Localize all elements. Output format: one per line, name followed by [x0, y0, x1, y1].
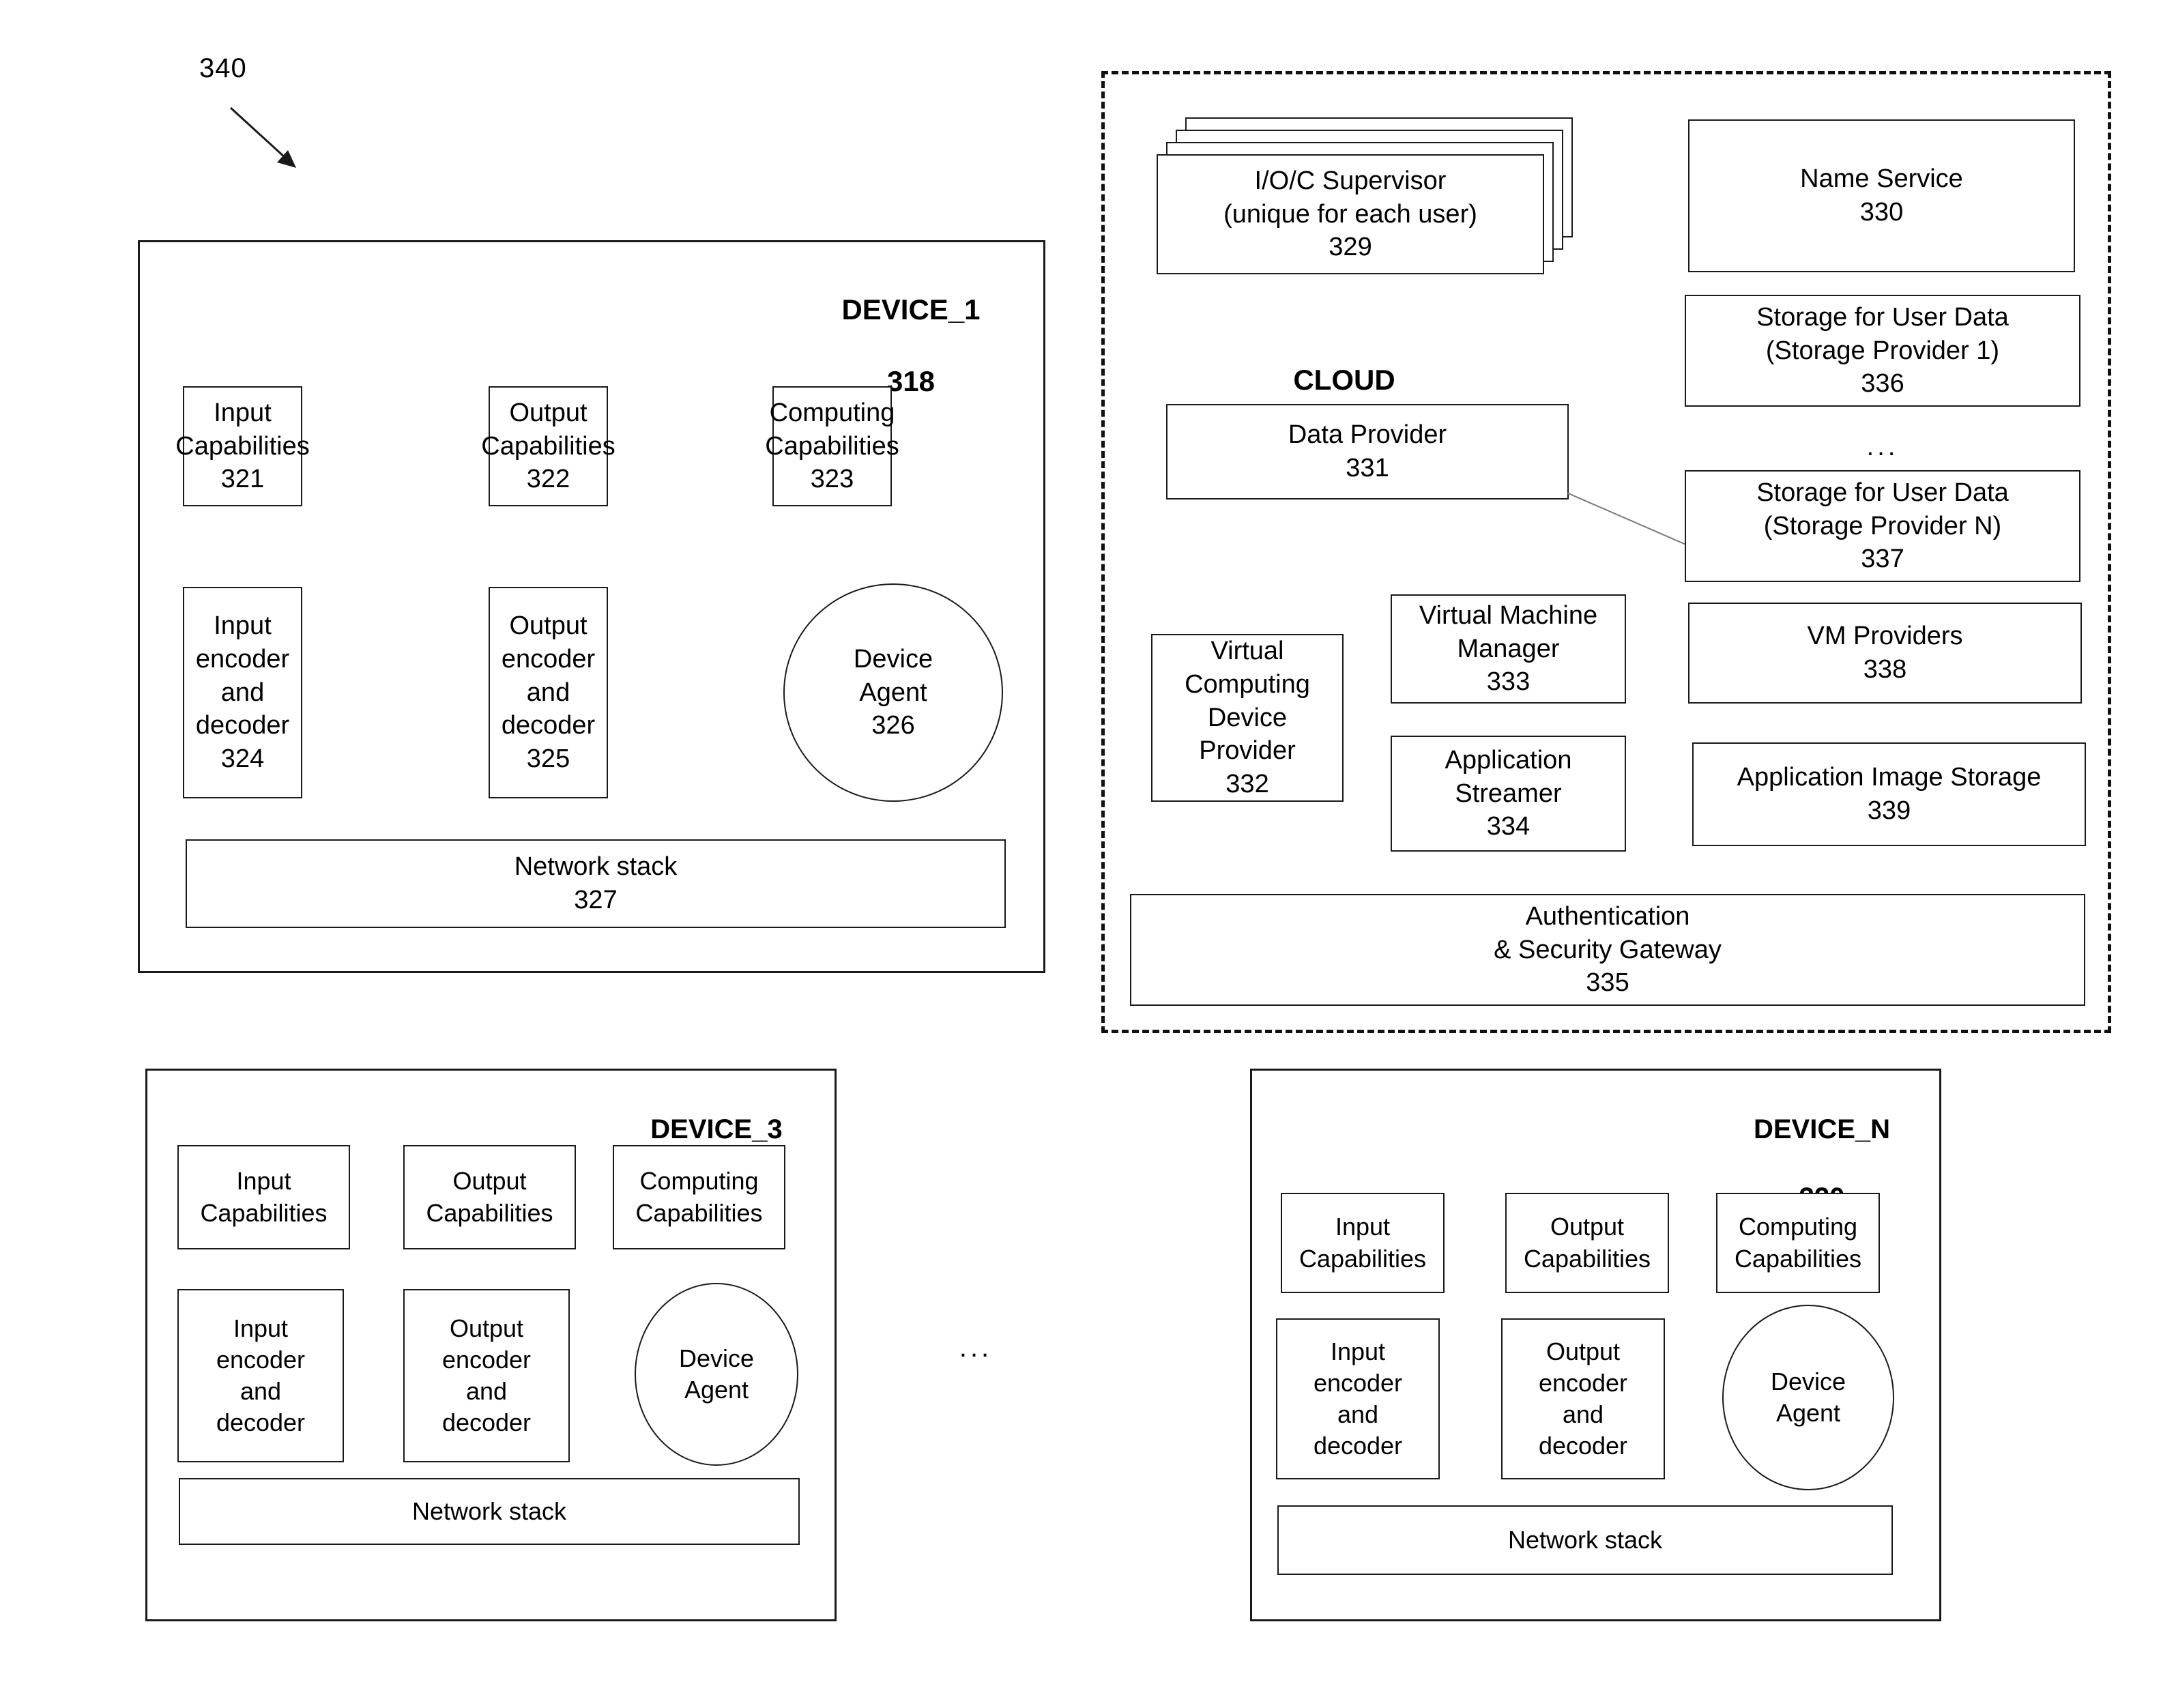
device-1-computing-capabilities-label: Computing Capabilities: [765, 399, 899, 461]
application-image-storage-ref: 339: [1867, 796, 1911, 825]
data-provider: Data Provider 331: [1166, 404, 1569, 500]
device-1-output-encoder-decoder: Output encoder and decoder 325: [489, 587, 608, 798]
device-3-input-encoder-decoder-label: Input encoder and decoder: [216, 1314, 306, 1437]
storage-provider-n: Storage for User Data (Storage Provider …: [1685, 470, 2080, 582]
application-streamer-label: Application Streamer: [1445, 746, 1572, 808]
devices-ellipsis: ...: [959, 1333, 993, 1363]
ioc-supervisor-label: I/O/C Supervisor (unique for each user): [1223, 167, 1477, 229]
storage-providers-ellipsis: ...: [1866, 433, 1899, 461]
device-1-computing-capabilities-ref: 323: [810, 465, 854, 494]
name-service: Name Service 330: [1688, 119, 2075, 272]
auth-security-gateway-ref: 335: [1586, 968, 1629, 998]
storage-provider-n-ref: 337: [1861, 545, 1904, 574]
figure-reference-number: 340: [199, 53, 247, 83]
vm-providers: VM Providers 338: [1688, 603, 2082, 704]
device-1-input-capabilities-label: Input Capabilities: [175, 399, 310, 461]
cloud-title: CLOUD: [1293, 363, 1395, 396]
ioc-supervisor: I/O/C Supervisor (unique for each user) …: [1157, 154, 1544, 274]
device-3-network-stack-label: Network stack: [411, 1496, 567, 1525]
device-1-output-encoder-decoder-ref: 325: [526, 744, 570, 773]
vm-providers-label: VM Providers: [1807, 622, 1963, 651]
device-n-input-encoder-decoder: Input encoder and decoder: [1276, 1318, 1440, 1479]
figure-canvas: 340 DEVICE_1 318 Input Capabilities 321 …: [0, 0, 2161, 1708]
device-1-network-stack-ref: 327: [574, 886, 618, 914]
device-1-output-encoder-decoder-label: Output encoder and decoder: [501, 611, 596, 740]
device-1-input-encoder-decoder-label: Input encoder and decoder: [195, 611, 290, 740]
application-streamer: Application Streamer 334: [1391, 736, 1626, 852]
device-n-network-stack-label: Network stack: [1507, 1525, 1663, 1554]
figure-reference-arrow: [229, 106, 296, 168]
device-1-output-capabilities-ref: 322: [526, 465, 570, 494]
device-1-device-agent: Device Agent 326: [783, 583, 1003, 802]
device-1-ref: 318: [886, 364, 936, 397]
device-1-computing-capabilities: Computing Capabilities 323: [765, 386, 899, 506]
device-n-input-capabilities: Input Capabilities: [1281, 1193, 1445, 1293]
device-n-input-encoder-decoder-label: Input encoder and decoder: [1313, 1337, 1403, 1460]
device-n-title: DEVICE_N: [1753, 1114, 1891, 1144]
device-n-input-capabilities-label: Input Capabilities: [1299, 1213, 1427, 1273]
device-1-input-encoder-decoder-ref: 324: [220, 744, 265, 773]
application-image-storage-label: Application Image Storage: [1737, 763, 2042, 792]
device-n-output-capabilities: Output Capabilities: [1505, 1193, 1669, 1293]
virtual-computing-device-provider: Virtual Computing Device Provider 332: [1151, 634, 1344, 802]
device-1-input-capabilities: Input Capabilities 321: [175, 386, 310, 506]
device-1-device-agent-ref: 326: [871, 711, 915, 740]
device-3-device-agent: Device Agent: [635, 1283, 798, 1466]
auth-security-gateway-label: Authentication & Security Gateway: [1494, 902, 1722, 964]
virtual-computing-device-provider-ref: 332: [1225, 769, 1269, 798]
device-3-device-agent-label: Device Agent: [678, 1344, 755, 1404]
virtual-machine-manager-label: Virtual Machine Manager: [1419, 601, 1598, 663]
device-3-input-encoder-decoder: Input encoder and decoder: [177, 1289, 344, 1462]
device-1-title: DEVICE_1: [841, 293, 981, 325]
application-image-storage: Application Image Storage 339: [1692, 742, 2086, 846]
device-3-input-capabilities-label: Input Capabilities: [200, 1167, 328, 1227]
device-n-output-capabilities-label: Output Capabilities: [1523, 1213, 1651, 1273]
data-provider-ref: 331: [1346, 454, 1389, 482]
device-3-output-capabilities-label: Output Capabilities: [426, 1167, 553, 1227]
device-n-computing-capabilities: Computing Capabilities: [1716, 1193, 1880, 1293]
device-3-computing-capabilities-label: Computing Capabilities: [635, 1167, 763, 1227]
device-1-output-capabilities-label: Output Capabilities: [481, 399, 615, 461]
virtual-machine-manager: Virtual Machine Manager 333: [1391, 594, 1626, 704]
auth-security-gateway: Authentication & Security Gateway 335: [1130, 894, 2085, 1006]
device-n-output-encoder-decoder-label: Output encoder and decoder: [1538, 1337, 1628, 1460]
device-1-device-agent-label: Device Agent: [853, 645, 933, 707]
device-n-output-encoder-decoder: Output encoder and decoder: [1501, 1318, 1665, 1479]
application-streamer-ref: 334: [1486, 812, 1531, 841]
name-service-ref: 330: [1859, 198, 1904, 227]
device-3-output-encoder-decoder-label: Output encoder and decoder: [441, 1314, 532, 1437]
device-3-computing-capabilities: Computing Capabilities: [613, 1145, 785, 1249]
data-provider-label: Data Provider: [1288, 420, 1447, 450]
device-1-input-capabilities-ref: 321: [220, 465, 265, 494]
name-service-label: Name Service: [1800, 164, 1963, 194]
storage-provider-1-label: Storage for User Data (Storage Provider …: [1756, 303, 2009, 365]
device-3-input-capabilities: Input Capabilities: [177, 1145, 350, 1249]
device-3-title: DEVICE_3: [650, 1114, 783, 1144]
device-3-output-encoder-decoder: Output encoder and decoder: [403, 1289, 570, 1462]
storage-provider-n-label: Storage for User Data (Storage Provider …: [1756, 478, 2009, 540]
device-1-network-stack: Network stack 327: [186, 839, 1006, 928]
device-1-input-encoder-decoder: Input encoder and decoder 324: [183, 587, 302, 798]
device-n-network-stack: Network stack: [1277, 1505, 1893, 1575]
storage-provider-1-ref: 336: [1861, 369, 1904, 399]
device-1-output-capabilities: Output Capabilities 322: [481, 386, 615, 506]
vm-providers-ref: 338: [1863, 655, 1907, 684]
device-1-network-stack-label: Network stack: [514, 852, 678, 882]
device-n-device-agent: Device Agent: [1722, 1305, 1894, 1490]
device-n-computing-capabilities-label: Computing Capabilities: [1734, 1213, 1862, 1273]
virtual-computing-device-provider-label: Virtual Computing Device Provider: [1185, 637, 1310, 766]
storage-provider-1: Storage for User Data (Storage Provider …: [1685, 295, 2080, 407]
device-3-output-capabilities: Output Capabilities: [403, 1145, 576, 1249]
ioc-supervisor-ref: 329: [1329, 233, 1372, 262]
device-n-device-agent-label: Device Agent: [1770, 1367, 1846, 1427]
device-1-title-block: DEVICE_1 318: [798, 256, 1024, 399]
virtual-machine-manager-ref: 333: [1486, 667, 1531, 697]
device-3-network-stack: Network stack: [179, 1478, 800, 1545]
